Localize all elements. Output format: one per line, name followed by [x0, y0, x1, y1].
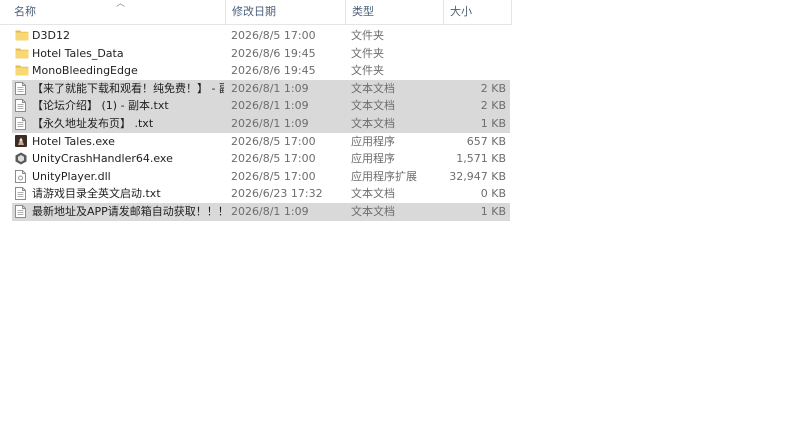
file-modified-date: 2026/8/1 1:09 — [231, 204, 309, 218]
unity-app-icon — [15, 152, 27, 165]
file-modified-date: 2026/6/23 17:32 — [231, 187, 323, 201]
file-explorer: 名称 ︿ 修改日期 类型 大小 D3D12 2026/8/5 17:00 文件夹… — [0, 0, 800, 428]
dll-file-icon — [15, 169, 27, 183]
file-name: D3D12 — [32, 29, 70, 42]
file-row[interactable]: MonoBleedingEdge 2026/8/6 19:45 文件夹 — [12, 62, 510, 80]
file-type: 文本文档 — [351, 99, 395, 113]
file-name: 最新地址及APP请发邮箱自动获取！！！... — [32, 204, 224, 218]
folder-icon — [15, 29, 29, 42]
file-type: 文本文档 — [351, 116, 395, 130]
file-type: 应用程序扩展 — [351, 169, 417, 183]
file-modified-date: 2026/8/1 1:09 — [231, 81, 309, 95]
file-type: 文件夹 — [351, 29, 384, 42]
column-header-type[interactable]: 类型 — [346, 0, 444, 24]
column-header-size[interactable]: 大小 — [444, 0, 512, 24]
file-row[interactable]: Hotel Tales.exe 2026/8/5 17:00 应用程序 657 … — [12, 133, 510, 151]
file-size: 657 KB — [466, 134, 506, 148]
file-size: 1 KB — [480, 116, 506, 130]
file-name: 请游戏目录全英文启动.txt — [32, 187, 161, 201]
file-list: D3D12 2026/8/5 17:00 文件夹 Hotel Tales_Dat… — [12, 27, 510, 221]
file-name: UnityCrashHandler64.exe — [32, 152, 173, 166]
file-type: 文本文档 — [351, 187, 395, 201]
file-modified-date: 2026/8/5 17:00 — [231, 29, 316, 42]
file-row[interactable]: 【论坛介绍】 (1) - 副本.txt 2026/8/1 1:09 文本文档 2… — [12, 97, 510, 115]
folder-icon — [15, 64, 29, 77]
file-modified-date: 2026/8/5 17:00 — [231, 169, 316, 183]
column-header-date[interactable]: 修改日期 — [226, 0, 346, 24]
file-modified-date: 2026/8/5 17:00 — [231, 152, 316, 166]
file-type: 文本文档 — [351, 204, 395, 218]
sort-ascending-icon: ︿ — [116, 0, 126, 9]
file-type: 应用程序 — [351, 134, 395, 148]
file-modified-date: 2026/8/1 1:09 — [231, 116, 309, 130]
file-size: 2 KB — [480, 81, 506, 95]
file-modified-date: 2026/8/6 19:45 — [231, 46, 316, 60]
file-size: 0 KB — [480, 187, 506, 201]
file-modified-date: 2026/8/5 17:00 — [231, 134, 316, 148]
file-name: Hotel Tales.exe — [32, 134, 115, 148]
column-header-type-label: 类型 — [352, 5, 374, 18]
text-file-icon — [15, 81, 27, 95]
file-type: 文本文档 — [351, 81, 395, 95]
text-file-icon — [15, 187, 27, 201]
file-row[interactable]: Hotel Tales_Data 2026/8/6 19:45 文件夹 — [12, 45, 510, 63]
text-file-icon — [15, 116, 27, 130]
file-row[interactable]: 【永久地址发布页】 .txt 2026/8/1 1:09 文本文档 1 KB — [12, 114, 510, 133]
column-header-bar: 名称 ︿ 修改日期 类型 大小 — [0, 0, 512, 25]
file-row[interactable]: D3D12 2026/8/5 17:00 文件夹 — [12, 27, 510, 45]
file-modified-date: 2026/8/1 1:09 — [231, 99, 309, 113]
file-row[interactable]: 最新地址及APP请发邮箱自动获取！！！... 2026/8/1 1:09 文本文… — [12, 202, 510, 221]
text-file-icon — [15, 99, 27, 113]
game-app-icon — [15, 134, 27, 148]
column-header-size-label: 大小 — [450, 5, 472, 18]
column-header-date-label: 修改日期 — [232, 5, 276, 18]
file-name: 【论坛介绍】 (1) - 副本.txt — [32, 99, 169, 113]
folder-icon — [15, 47, 29, 60]
column-header-name-label: 名称 — [14, 5, 36, 18]
file-name: MonoBleedingEdge — [32, 64, 138, 78]
file-size: 2 KB — [480, 99, 506, 113]
file-name: 【永久地址发布页】 .txt — [32, 116, 154, 130]
file-type: 文件夹 — [351, 46, 384, 60]
file-row[interactable]: 【来了就能下载和观看！纯免费！】 - 副... 2026/8/1 1:09 文本… — [12, 79, 510, 98]
file-name: Hotel Tales_Data — [32, 46, 124, 60]
file-modified-date: 2026/8/6 19:45 — [231, 64, 316, 78]
file-type: 文件夹 — [351, 64, 384, 78]
file-name: 【来了就能下载和观看！纯免费！】 - 副... — [32, 81, 224, 95]
file-row[interactable]: UnityPlayer.dll 2026/8/5 17:00 应用程序扩展 32… — [12, 168, 510, 186]
column-header-name[interactable]: 名称 ︿ — [8, 0, 226, 24]
file-row[interactable]: 请游戏目录全英文启动.txt 2026/6/23 17:32 文本文档 0 KB — [12, 185, 510, 203]
file-row[interactable]: UnityCrashHandler64.exe 2026/8/5 17:00 应… — [12, 150, 510, 168]
text-file-icon — [15, 204, 27, 218]
file-size: 32,947 KB — [449, 169, 506, 183]
file-size: 1 KB — [480, 204, 506, 218]
file-size: 1,571 KB — [456, 152, 506, 166]
file-name: UnityPlayer.dll — [32, 169, 111, 183]
file-type: 应用程序 — [351, 152, 395, 166]
